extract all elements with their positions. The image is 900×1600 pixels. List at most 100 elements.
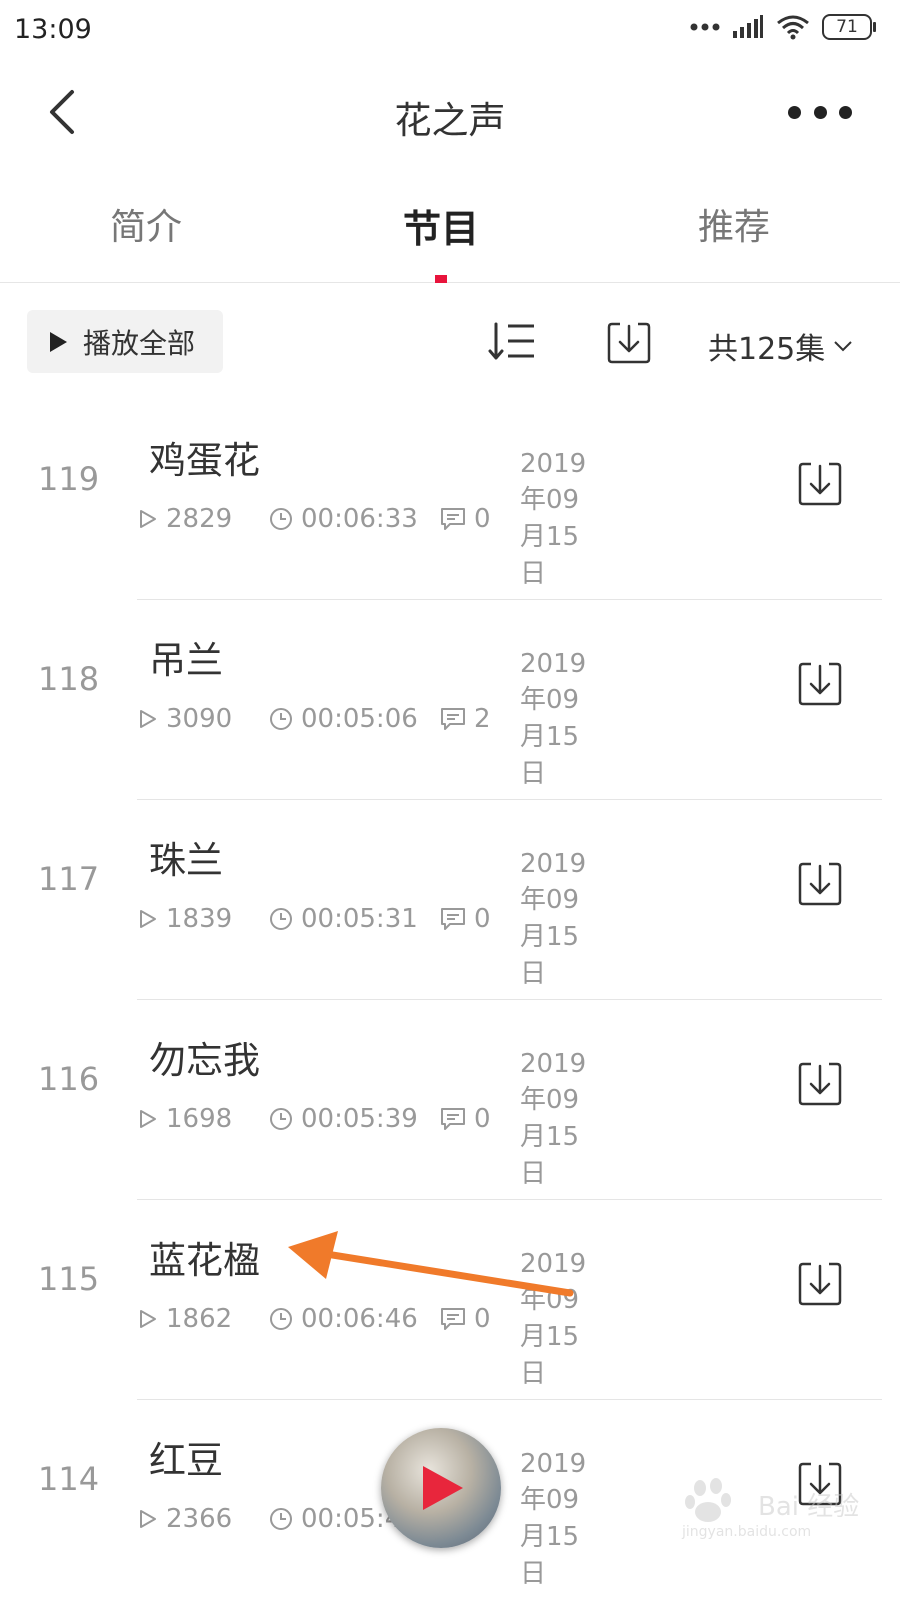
tab-recommend[interactable]: 推荐 [698, 198, 770, 250]
comment-count: 0 [440, 1302, 491, 1336]
comment-count-value: 2 [474, 704, 491, 734]
episode-index: 116 [38, 1060, 100, 1098]
play-icon [50, 331, 67, 352]
episode-row[interactable]: 118 吊兰 3090 00:05:06 2 2019年09月15日 [0, 600, 900, 800]
episode-index: 118 [38, 660, 100, 698]
play-count: 1698 [138, 1102, 232, 1136]
comment-icon [441, 1308, 465, 1330]
play-count: 3090 [138, 702, 232, 736]
publish-date: 2019年09月15日 [520, 648, 587, 789]
floating-player-button[interactable] [381, 1428, 501, 1548]
annotation-arrow-icon [288, 1231, 574, 1297]
download-icon[interactable] [796, 1260, 844, 1308]
episode-count-dropdown[interactable]: 共125集 [708, 324, 853, 368]
play-outline-icon [140, 1510, 156, 1528]
download-icon[interactable] [796, 660, 844, 708]
page-title: 花之声 [394, 99, 506, 142]
play-outline-icon [140, 710, 156, 728]
play-count: 2829 [138, 502, 232, 536]
episode-index: 114 [38, 1460, 100, 1498]
more-dot [839, 105, 852, 119]
publish-date: 2019年09月15日 [520, 1048, 587, 1189]
comment-icon [441, 1108, 465, 1130]
tab-bar: 简介 节目 推荐 [0, 162, 900, 283]
play-outline-icon [140, 1310, 156, 1328]
play-count-value: 1862 [166, 1304, 233, 1334]
comment-count-value: 0 [474, 904, 491, 934]
duration-value: 00:06:46 [301, 1304, 418, 1334]
duration-value: 00:06:33 [301, 504, 418, 534]
nav-bar: 花之声 [0, 62, 900, 162]
episode-index: 115 [38, 1260, 100, 1298]
watermark-text: Bai 经验 [758, 1492, 860, 1522]
more-dots-icon [690, 23, 720, 31]
play-outline-icon [140, 910, 156, 928]
duration: 00:05:4 [269, 1502, 401, 1536]
duration-value: 00:05:39 [301, 1104, 418, 1134]
status-time: 13:09 [14, 14, 92, 45]
comment-count-value: 0 [474, 1304, 491, 1334]
play-count-value: 2366 [166, 1504, 233, 1534]
comment-icon [441, 508, 465, 530]
publish-date: 2019年09月15日 [520, 448, 587, 589]
publish-date: 2019年09月15日 [520, 1248, 587, 1389]
play-icon [423, 1466, 463, 1510]
episode-count-label: 共125集 [708, 332, 826, 367]
comment-icon [441, 708, 465, 730]
play-all-label: 播放全部 [83, 326, 196, 360]
signal-icon [733, 15, 763, 38]
play-count-value: 1839 [166, 904, 233, 934]
status-bar: 13:09 71 [0, 0, 900, 62]
episode-row[interactable]: 119 鸡蛋花 2829 00:06:33 0 2019年09月15日 [0, 400, 900, 600]
clock-icon [270, 508, 292, 530]
episode-title: 吊兰 [149, 639, 223, 682]
download-icon[interactable] [796, 860, 844, 908]
episode-title: 珠兰 [149, 839, 223, 882]
more-dot [813, 105, 827, 119]
list-toolbar: 播放全部 共125集 [0, 288, 900, 398]
duration-value: 00:05:06 [301, 704, 418, 734]
duration: 00:05:31 [269, 902, 418, 936]
episode-index: 117 [38, 860, 100, 898]
episode-title: 蓝花楹 [149, 1239, 260, 1282]
comment-icon [441, 908, 465, 930]
battery-icon: 71 [822, 14, 876, 40]
tab-intro[interactable]: 简介 [110, 198, 182, 250]
duration-value: 00:05:31 [301, 904, 418, 934]
download-all-icon[interactable] [606, 320, 652, 366]
play-count-value: 3090 [166, 704, 233, 734]
clock-icon [270, 1308, 292, 1330]
watermark: Bai 经验 jingyan.baidu.com [680, 1478, 870, 1550]
sort-icon[interactable] [488, 320, 538, 364]
play-all-button[interactable]: 播放全部 [27, 310, 223, 373]
play-outline-icon [140, 510, 156, 528]
play-count: 1839 [138, 902, 232, 936]
play-count: 2366 [138, 1502, 232, 1536]
duration: 00:05:39 [269, 1102, 418, 1136]
watermark-url: jingyan.baidu.com [682, 1524, 812, 1540]
episode-row[interactable]: 117 珠兰 1839 00:05:31 0 2019年09月15日 [0, 800, 900, 1000]
chevron-down-icon [834, 341, 852, 352]
status-icons: 71 [690, 14, 876, 40]
publish-date: 2019年09月15日 [520, 1448, 587, 1589]
comment-count: 0 [440, 502, 491, 536]
episode-row[interactable]: 116 勿忘我 1698 00:05:39 0 2019年09月15日 [0, 1000, 900, 1200]
more-menu-button[interactable] [788, 100, 852, 124]
publish-date: 2019年09月15日 [520, 848, 587, 989]
play-outline-icon [140, 1110, 156, 1128]
download-icon[interactable] [796, 460, 844, 508]
comment-count: 0 [440, 902, 491, 936]
duration: 00:06:46 [269, 1302, 418, 1336]
episode-title: 鸡蛋花 [149, 439, 260, 482]
play-count-value: 1698 [166, 1104, 233, 1134]
paw-logo-icon [685, 1478, 731, 1522]
more-dot [788, 105, 801, 119]
episode-index: 119 [38, 460, 100, 498]
clock-icon [270, 1108, 292, 1130]
episode-title: 红豆 [149, 1439, 223, 1482]
tab-programs[interactable]: 节目 [403, 198, 479, 253]
download-icon[interactable] [796, 1060, 844, 1108]
clock-icon [270, 708, 292, 730]
play-count: 1862 [138, 1302, 232, 1336]
duration: 00:05:06 [269, 702, 418, 736]
